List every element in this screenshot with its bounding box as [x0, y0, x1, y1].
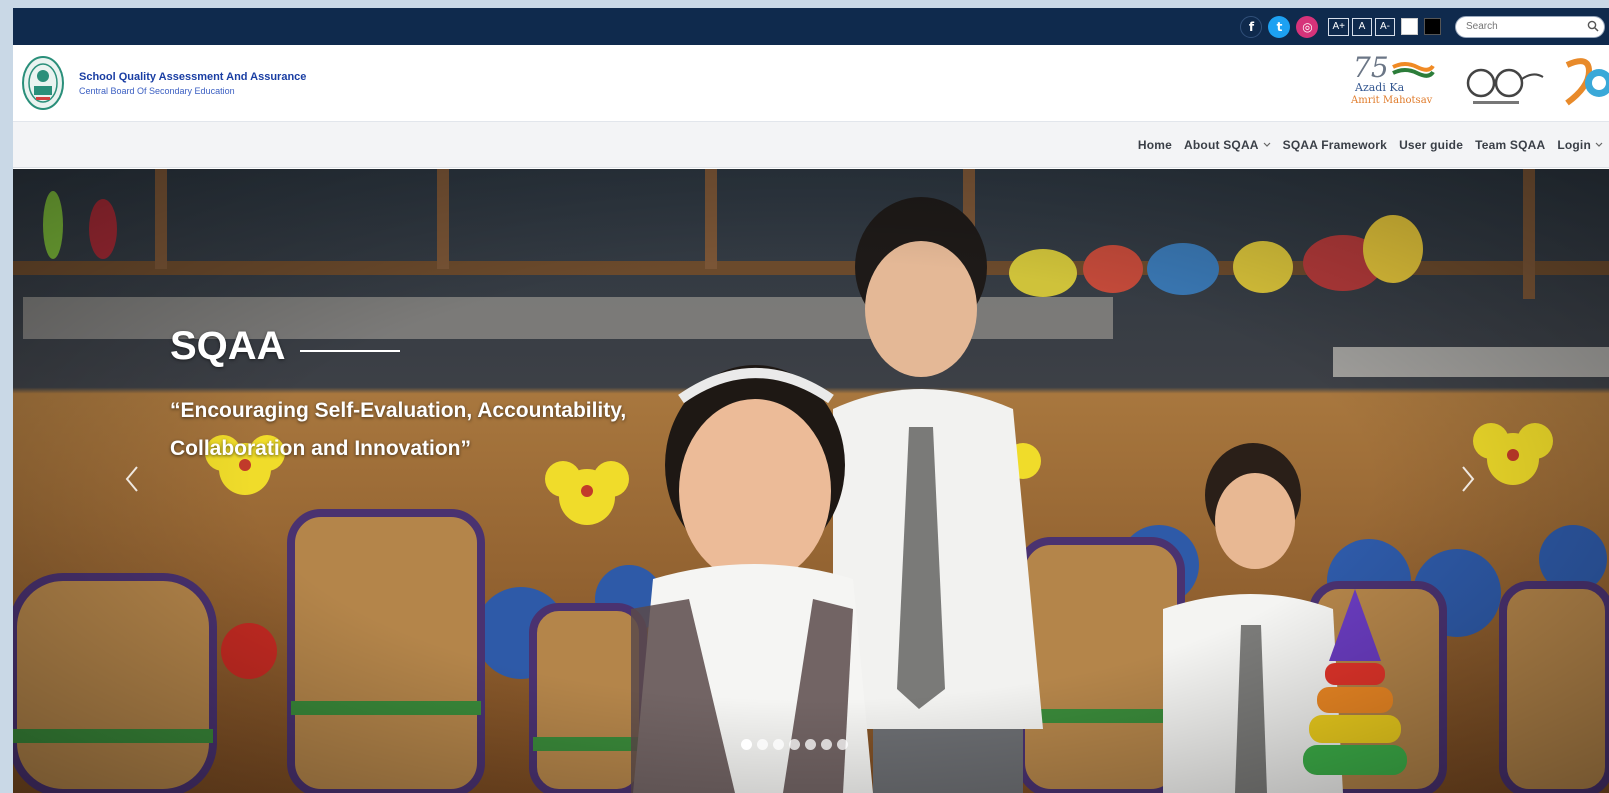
- light-theme-button[interactable]: [1401, 18, 1418, 35]
- carousel-dot[interactable]: [773, 739, 784, 750]
- g20-logo: [1565, 58, 1609, 106]
- nav-about-sqaa[interactable]: About SQAA: [1184, 138, 1271, 152]
- nav-home[interactable]: Home: [1138, 138, 1172, 152]
- carousel-dot[interactable]: [757, 739, 768, 750]
- carousel-prev-icon[interactable]: [119, 459, 143, 499]
- nav-team-sqaa[interactable]: Team SQAA: [1475, 138, 1545, 152]
- facebook-icon[interactable]: f: [1240, 15, 1263, 38]
- carousel-dot[interactable]: [805, 739, 816, 750]
- font-increase-button[interactable]: A+: [1328, 17, 1349, 36]
- site-header: School Quality Assessment And Assurance …: [13, 45, 1609, 122]
- partner-logos: 75 Azadi Ka Amrit Mahotsav: [1347, 51, 1609, 115]
- carousel-dot[interactable]: [837, 739, 848, 750]
- carousel-next-icon[interactable]: [1457, 459, 1481, 499]
- flag-wave-icon: [1392, 62, 1435, 78]
- nav-user-guide[interactable]: User guide: [1399, 138, 1463, 152]
- chevron-down-icon: [1595, 142, 1603, 147]
- font-decrease-button[interactable]: A-: [1375, 17, 1395, 36]
- hero-title-underline: [299, 349, 400, 352]
- nav-login[interactable]: Login: [1557, 138, 1603, 152]
- search-box: [1455, 15, 1605, 38]
- hero-photo: [13, 169, 1609, 793]
- carousel-dot[interactable]: [741, 739, 752, 750]
- swachh-bharat-logo: [1466, 68, 1544, 104]
- search-icon[interactable]: [1587, 20, 1599, 32]
- hero-carousel[interactable]: SQAA “Encouraging Self-Evaluation, Accou…: [13, 169, 1609, 793]
- site-title[interactable]: School Quality Assessment And Assurance: [79, 71, 306, 83]
- font-reset-button[interactable]: A: [1352, 17, 1372, 36]
- dark-theme-button[interactable]: [1424, 18, 1441, 35]
- hero-title: SQAA: [170, 324, 400, 369]
- azadi-ka-amrit-mahotsav-logo: 75 Azadi Ka Amrit Mahotsav: [1347, 51, 1439, 115]
- nav-sqaa-framework[interactable]: SQAA Framework: [1283, 138, 1387, 152]
- top-utility-bar: f t ◎ A+ A A-: [13, 8, 1609, 45]
- cbse-logo[interactable]: [21, 54, 65, 112]
- carousel-indicators: [741, 739, 848, 750]
- main-navigation: Home About SQAA SQAA Framework User guid…: [13, 122, 1609, 168]
- twitter-icon[interactable]: t: [1268, 15, 1291, 38]
- search-input[interactable]: [1455, 15, 1605, 38]
- instagram-icon[interactable]: ◎: [1296, 15, 1319, 38]
- hero-quote: “Encouraging Self-Evaluation, Accountabi…: [170, 399, 627, 460]
- carousel-dot[interactable]: [789, 739, 800, 750]
- chevron-down-icon: [1263, 142, 1271, 147]
- carousel-dot[interactable]: [821, 739, 832, 750]
- page: f t ◎ A+ A A- School Quality Assessment: [13, 8, 1609, 793]
- site-titles: School Quality Assessment And Assurance …: [79, 71, 306, 96]
- font-size-controls: A+ A A-: [1328, 17, 1395, 36]
- site-subtitle: Central Board Of Secondary Education: [79, 85, 235, 96]
